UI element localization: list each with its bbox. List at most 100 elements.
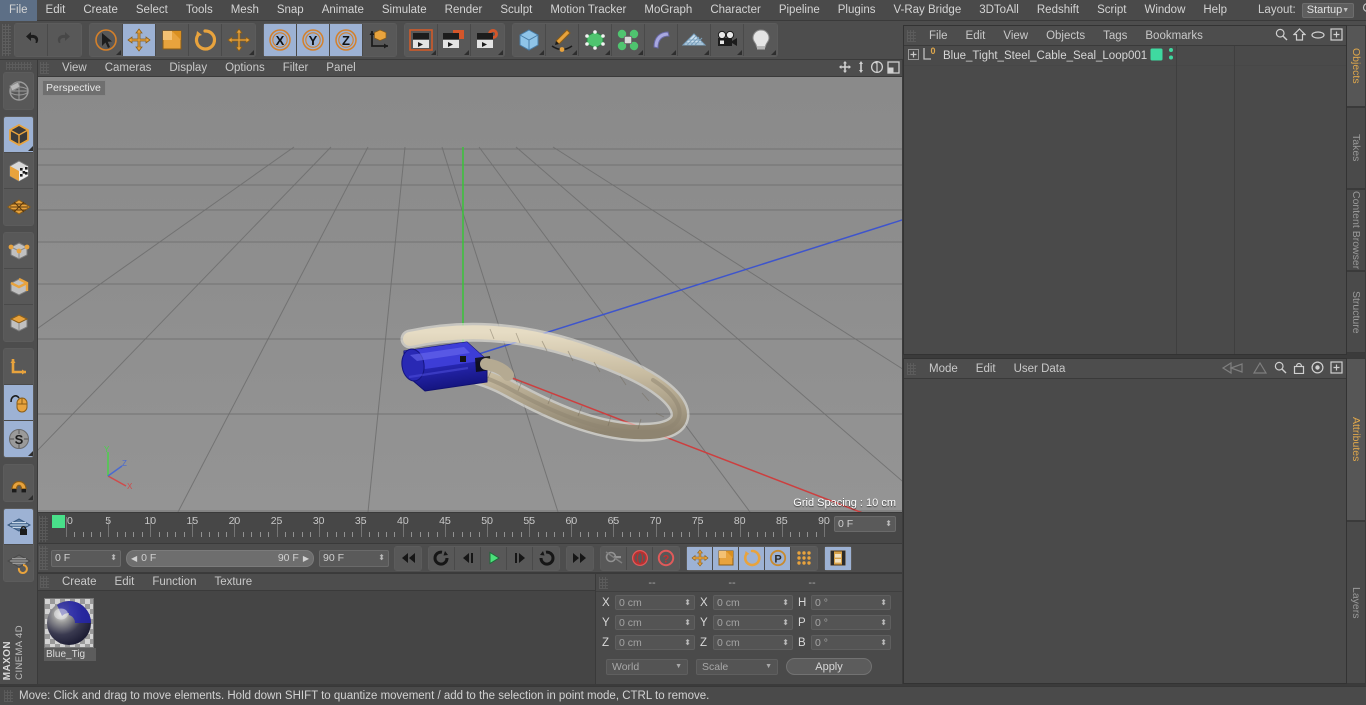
menu-3dtoall[interactable]: 3DToAll (970, 0, 1028, 21)
right-tab-takes[interactable]: Takes (1347, 107, 1366, 189)
material-menu-texture[interactable]: Texture (205, 574, 261, 591)
attribute-menu-edit[interactable]: Edit (967, 359, 1005, 379)
viewport-menu-panel[interactable]: Panel (317, 60, 364, 77)
pan-icon[interactable] (838, 60, 852, 77)
rotation-key-button[interactable] (739, 546, 765, 570)
magnet-tool-button[interactable] (4, 465, 33, 501)
viewport-menu-display[interactable]: Display (160, 60, 216, 77)
workplane-lock-button[interactable] (4, 509, 33, 545)
mouse-tool-button[interactable] (4, 385, 33, 421)
material-menu-create[interactable]: Create (53, 574, 106, 591)
menu-tools[interactable]: Tools (177, 0, 222, 21)
uv-mode-button[interactable] (4, 189, 33, 225)
size-y-input[interactable]: 0 cm ⬍ (713, 615, 793, 630)
workplane-rotate-button[interactable] (4, 545, 33, 581)
menu-motion-tracker[interactable]: Motion Tracker (541, 0, 635, 21)
right-tab-attributes[interactable]: Attributes (1347, 358, 1366, 521)
menu-render[interactable]: Render (436, 0, 492, 21)
lock-icon[interactable] (1293, 361, 1305, 377)
menu-mesh[interactable]: Mesh (222, 0, 268, 21)
menu-mograph[interactable]: MoGraph (635, 0, 701, 21)
go-to-start-button[interactable] (395, 546, 421, 570)
keyframe-selection-button[interactable]: ? (653, 546, 679, 570)
viewport-3d-canvas[interactable]: Perspective Grid Spacing : 10 cm Y X Z (38, 77, 902, 512)
object-menu-tags[interactable]: Tags (1094, 26, 1136, 46)
z-axis-lock-button[interactable]: Z (330, 24, 363, 56)
prev-frame-button[interactable] (455, 546, 481, 570)
transform-tool-button[interactable] (222, 24, 255, 56)
add-deformer-button[interactable] (645, 24, 678, 56)
render-picture-viewer-button[interactable] (438, 24, 471, 56)
toolbar-grip[interactable] (2, 24, 11, 56)
right-tab-structure[interactable]: Structure (1347, 271, 1366, 353)
expand-toggle-icon[interactable] (908, 48, 919, 63)
material-menu-function[interactable]: Function (143, 574, 205, 591)
rot-h-input[interactable]: 0 ° ⬍ (811, 595, 891, 610)
range-left-arrow-icon[interactable]: ◀ (131, 554, 137, 563)
rotate-view-icon[interactable] (870, 60, 884, 77)
timeline-grip[interactable] (39, 516, 48, 542)
spinner-icon[interactable]: ⬍ (110, 554, 117, 562)
spinner-icon[interactable]: ⬍ (684, 598, 691, 607)
target-icon[interactable] (1311, 361, 1324, 377)
material-preview-sphere[interactable] (44, 598, 94, 648)
search-icon[interactable] (1274, 361, 1287, 377)
pos-y-input[interactable]: 0 cm ⬍ (615, 615, 695, 630)
x-axis-lock-button[interactable]: X (264, 24, 297, 56)
undo-button[interactable] (15, 24, 48, 56)
size-x-input[interactable]: 0 cm ⬍ (713, 595, 793, 610)
range-right-arrow-icon[interactable]: ▶ (303, 554, 309, 563)
object-manager-grip[interactable] (907, 29, 916, 42)
enable-snap-button[interactable]: S (4, 421, 33, 457)
menu-character[interactable]: Character (701, 0, 770, 21)
home-icon[interactable] (1292, 28, 1307, 44)
ellipse-icon[interactable] (1311, 30, 1325, 43)
material-menu-edit[interactable]: Edit (106, 574, 144, 591)
record-keyframe-button[interactable] (601, 546, 627, 570)
render-settings-button[interactable] (471, 24, 504, 56)
add-camera-button[interactable] (711, 24, 744, 56)
menu-snap[interactable]: Snap (268, 0, 313, 21)
material-item[interactable]: Blue_Tig (44, 598, 100, 661)
status-bar-grip[interactable] (4, 690, 13, 702)
apply-button[interactable]: Apply (786, 658, 872, 675)
current-frame-field[interactable]: 0 F ⬍ (51, 549, 121, 567)
spinner-icon[interactable]: ⬍ (880, 618, 887, 627)
animbar-grip[interactable] (39, 546, 48, 570)
menu-animate[interactable]: Animate (313, 0, 373, 21)
right-tab-layers[interactable]: Layers (1347, 521, 1366, 684)
viewport-menu-view[interactable]: View (53, 60, 96, 77)
right-tab-objects[interactable]: Objects (1347, 25, 1366, 107)
maximize-viewport-icon[interactable] (887, 60, 900, 77)
texture-mode-button[interactable] (4, 153, 33, 189)
model-mode-button[interactable] (4, 117, 33, 153)
menu-simulate[interactable]: Simulate (373, 0, 436, 21)
layout-dropdown[interactable]: Startup ▼ (1301, 2, 1355, 18)
add-environment-button[interactable] (678, 24, 711, 56)
loop-playback-button[interactable] (533, 546, 559, 570)
add-icon[interactable] (1330, 361, 1343, 377)
dolly-icon[interactable] (855, 60, 867, 77)
object-menu-bookmarks[interactable]: Bookmarks (1136, 26, 1212, 46)
coordinates-grip[interactable] (599, 576, 608, 589)
position-key-button[interactable] (687, 546, 713, 570)
viewport-menu-options[interactable]: Options (216, 60, 274, 77)
add-layer-icon[interactable] (1330, 28, 1343, 44)
next-frame-button[interactable] (507, 546, 533, 570)
viewport-menu-cameras[interactable]: Cameras (96, 60, 161, 77)
spinner-icon[interactable]: ⬍ (782, 618, 789, 627)
spinner-icon[interactable]: ⬍ (782, 638, 789, 647)
add-cube-button[interactable] (513, 24, 546, 56)
transform-mode-dropdown[interactable]: Scale ▼ (696, 658, 778, 675)
object-axis-mode-button[interactable] (4, 349, 33, 385)
timeline-frame-field[interactable]: 0 F ⬍ (834, 516, 896, 532)
scale-key-button[interactable] (713, 546, 739, 570)
spinner-icon[interactable]: ⬍ (684, 638, 691, 647)
move-tool-button[interactable] (123, 24, 156, 56)
menu-sculpt[interactable]: Sculpt (491, 0, 541, 21)
spinner-icon[interactable]: ⬍ (782, 598, 789, 607)
history-forward-icon[interactable] (1252, 361, 1268, 378)
visibility-dots-icon[interactable] (1168, 47, 1174, 64)
right-tab-content-browser[interactable]: Content Browser (1347, 189, 1366, 271)
end-frame-field[interactable]: 90 F ⬍ (319, 549, 389, 567)
